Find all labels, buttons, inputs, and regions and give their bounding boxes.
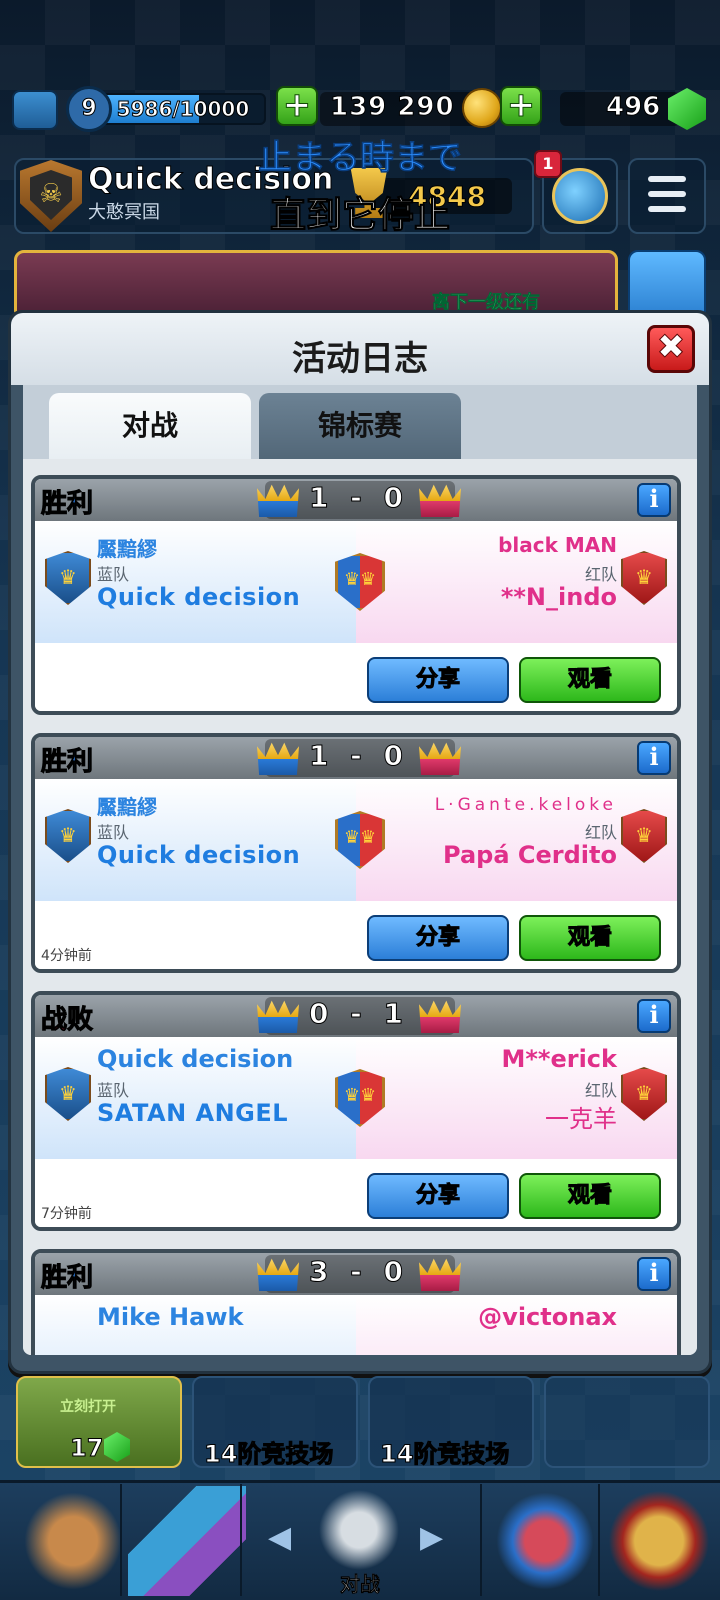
chest-arena-label: 14阶竞技场 [379, 1440, 510, 1469]
chest-gem-cost: 17 [69, 1434, 104, 1463]
close-icon[interactable]: ✖ [647, 325, 695, 373]
xp-bar: 5986/10000 [100, 93, 266, 125]
left-clan: 黶黯繆 [97, 795, 157, 819]
crown-icon: ♛ [59, 565, 77, 589]
left-team: 蓝队 [97, 823, 130, 842]
watch-button[interactable]: 观看 [519, 657, 661, 703]
right-team: 红队 [584, 1081, 617, 1100]
level-badge[interactable]: 9 [66, 86, 112, 132]
crown-icon: ♛ [635, 823, 653, 847]
subtitle-chinese: 直到它停止 [269, 195, 450, 237]
nav-active-label: 对战 [340, 1572, 381, 1597]
shop-icon[interactable] [14, 1486, 132, 1596]
nav-divider [120, 1484, 122, 1596]
tab-tournaments[interactable]: 锦标赛 [259, 393, 461, 459]
battle-card: 胜利 1 - 0 i ♛ ♛♛ ♛ 黶黯繆 蓝队 Quick decision … [31, 733, 681, 973]
share-button[interactable]: 分享 [367, 657, 509, 703]
score: 0 - 1 [308, 997, 410, 1031]
cards-icon[interactable] [128, 1486, 246, 1596]
card-footer: 4分钟前 分享 观看 [35, 901, 677, 969]
time-ago: 7分钟前 [41, 1206, 92, 1222]
activity-log-modal: 活动日志 ✖ 对战 锦标赛 胜利 1 - 0 i ♛ ♛♛ ♛ 黶黯繆 蓝队 Q… [8, 310, 712, 1374]
clan-icon[interactable] [486, 1486, 604, 1596]
add-gold-button[interactable]: + [276, 86, 318, 126]
result-label: 胜利 [40, 489, 94, 520]
gold-amount: 139 290 [330, 92, 455, 123]
crown-icon: ♛ [635, 1081, 653, 1105]
card-header: 胜利 3 - 0 i [35, 1253, 677, 1295]
crowns-icon: ♛♛ [343, 1085, 377, 1106]
left-arrow-icon[interactable]: ◀ [268, 1520, 291, 1555]
matchup: ♛ ♛♛ ♛ Quick decision 蓝队 SATAN ANGEL M**… [35, 1037, 677, 1159]
result-label: 战败 [40, 1005, 94, 1036]
tab-battles[interactable]: 对战 [49, 393, 251, 467]
watch-button[interactable]: 观看 [519, 1173, 661, 1219]
modal-title: 活动日志 [292, 339, 428, 379]
score: 1 - 0 [308, 739, 410, 773]
nav-divider [240, 1484, 242, 1596]
left-team: 蓝队 [97, 1081, 130, 1100]
result-label: 胜利 [40, 1263, 94, 1294]
crowns-icon: ♛♛ [343, 569, 377, 590]
score: 3 - 0 [308, 1255, 410, 1289]
left-clan: 黶黯繆 [97, 537, 157, 561]
right-team: 红队 [584, 565, 617, 584]
gem-amount: 496 [605, 92, 661, 123]
battle-card: 胜利 1 - 0 i ♛ ♛♛ ♛ 黶黯繆 蓝队 Quick decision … [31, 475, 681, 715]
left-player-top: Quick decision [97, 1045, 294, 1073]
matchup: ♛ ♛♛ ♛ 黶黯繆 蓝队 Quick decision black MAN 红… [35, 521, 677, 643]
info-icon[interactable]: i [637, 1257, 671, 1291]
xp-text: 5986/10000 [116, 97, 250, 122]
crowns-icon: ♛♛ [343, 827, 377, 848]
right-player-top: @victonax [478, 1303, 617, 1331]
info-icon[interactable]: i [637, 999, 671, 1033]
chest-arena-label: 14阶竞技场 [203, 1440, 334, 1469]
right-arrow-icon[interactable]: ▶ [420, 1520, 443, 1555]
time-ago: 4分钟前 [41, 948, 92, 964]
card-header: 胜利 1 - 0 i [35, 479, 677, 521]
result-label: 胜利 [40, 747, 94, 778]
matchup: ♛ ♛♛ ♛ 黶黯繆 蓝队 Quick decision L·Gante.kel… [35, 779, 677, 901]
chest-slot-empty [544, 1376, 710, 1468]
right-team: 红队 [584, 823, 617, 842]
right-player-top: M**erick [501, 1045, 617, 1073]
card-header: 战败 0 - 1 i [35, 995, 677, 1037]
modal-header: 活动日志 ✖ [11, 313, 709, 385]
battle-list[interactable]: 胜利 1 - 0 i ♛ ♛♛ ♛ 黶黯繆 蓝队 Quick decision … [23, 459, 697, 1355]
score: 1 - 0 [308, 481, 410, 515]
share-button[interactable]: 分享 [367, 915, 509, 961]
left-player[interactable]: Quick decision [97, 841, 300, 869]
right-clan: black MAN [498, 533, 617, 557]
right-clan: L·Gante.keloke [434, 795, 617, 815]
crown-icon: ♛ [635, 565, 653, 589]
right-player[interactable]: 一克羊 [545, 1099, 617, 1134]
share-button[interactable]: 分享 [367, 1173, 509, 1219]
subtitle-japanese: 止まる時まで [258, 138, 463, 179]
add-gems-button[interactable]: + [500, 86, 542, 126]
crown-icon: ♛ [59, 1081, 77, 1105]
battle-card: 胜利 3 - 0 i Mike Hawk @victonax [31, 1249, 681, 1355]
card-footer: 分享 观看 [35, 643, 677, 711]
left-team: 蓝队 [97, 565, 130, 584]
open-now-label: 立刻打开 [60, 1399, 116, 1415]
info-icon[interactable]: i [637, 483, 671, 517]
events-icon[interactable] [600, 1486, 718, 1596]
right-player[interactable]: **N_indo [501, 583, 617, 611]
card-header: 胜利 1 - 0 i [35, 737, 677, 779]
modal-body: 对战 锦标赛 胜利 1 - 0 i ♛ ♛♛ ♛ 黶黯繆 蓝队 Quick de… [23, 385, 697, 1355]
left-player-top: Mike Hawk [97, 1303, 244, 1331]
gold-coin-icon [462, 88, 502, 128]
king-tower-icon[interactable] [12, 90, 58, 130]
right-player[interactable]: Papá Cerdito [443, 841, 617, 869]
left-player[interactable]: SATAN ANGEL [97, 1099, 288, 1127]
nav-divider [480, 1484, 482, 1596]
watch-button[interactable]: 观看 [519, 915, 661, 961]
left-player[interactable]: Quick decision [97, 583, 300, 611]
info-icon[interactable]: i [637, 741, 671, 775]
card-footer: 7分钟前 分享 观看 [35, 1159, 677, 1227]
matchup: Mike Hawk @victonax [35, 1295, 677, 1355]
battle-card: 战败 0 - 1 i ♛ ♛♛ ♛ Quick decision 蓝队 SATA… [31, 991, 681, 1231]
crown-icon: ♛ [59, 823, 77, 847]
